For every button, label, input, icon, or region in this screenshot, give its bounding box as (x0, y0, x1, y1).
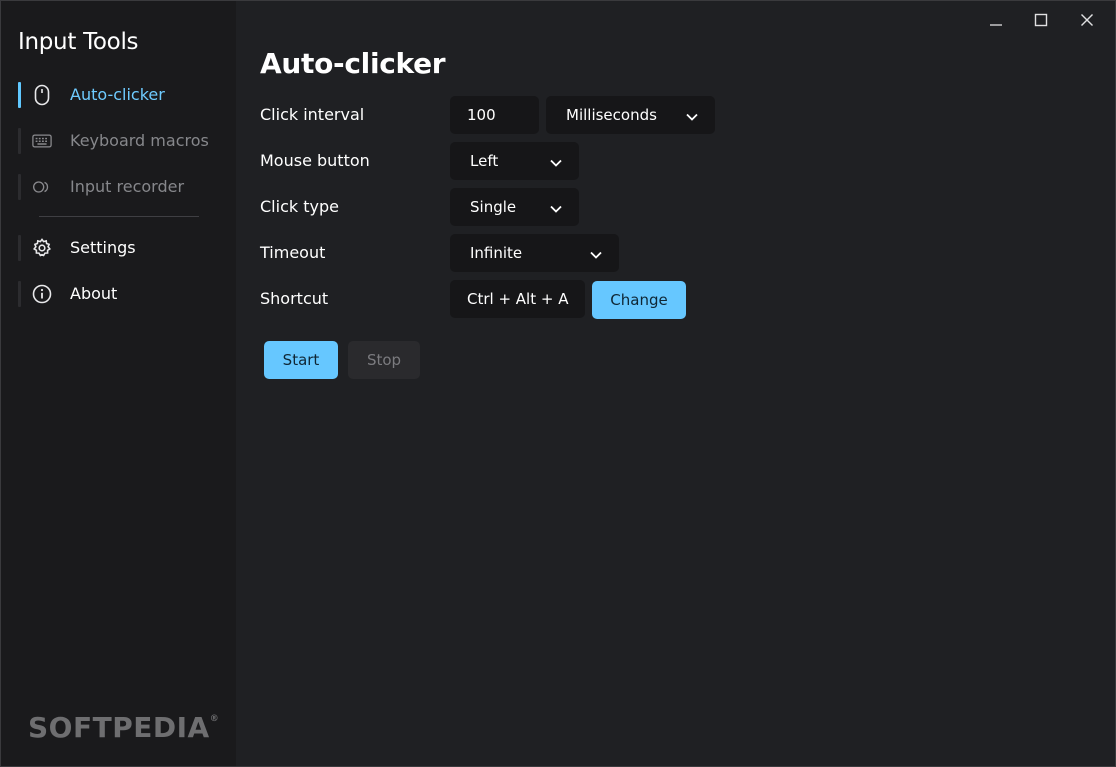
mouse-icon (32, 84, 52, 106)
record-icon (32, 177, 52, 197)
sidebar-item-label: Auto-clicker (70, 85, 165, 104)
stop-button: Stop (348, 341, 420, 379)
nav-indicator (18, 281, 21, 307)
nav-indicator (18, 174, 21, 200)
chevron-down-icon (549, 201, 563, 213)
sidebar-item-about[interactable]: About (18, 279, 228, 309)
close-button[interactable] (1072, 9, 1102, 33)
sidebar-item-auto-clicker[interactable]: Auto-clicker (18, 80, 228, 110)
start-button[interactable]: Start (264, 341, 338, 379)
mouse-button-label: Mouse button (260, 151, 370, 170)
nav-indicator (18, 235, 21, 261)
maximize-button[interactable] (1026, 9, 1056, 33)
minimize-button[interactable] (981, 9, 1011, 33)
sidebar-item-label: Input recorder (70, 177, 185, 196)
info-icon (32, 284, 52, 304)
click-type-label: Click type (260, 197, 339, 216)
close-icon (1080, 12, 1094, 31)
change-shortcut-button[interactable]: Change (592, 281, 686, 319)
minimize-icon (989, 12, 1003, 31)
timeout-dropdown[interactable]: Infinite (450, 234, 619, 272)
page-title: Auto-clicker (260, 47, 446, 80)
sidebar-item-input-recorder[interactable]: Input recorder (18, 172, 228, 202)
softpedia-watermark: SOFTPEDIA® (28, 711, 220, 744)
sidebar-item-settings[interactable]: Settings (18, 233, 228, 263)
app-title: Input Tools (18, 29, 139, 55)
chevron-down-icon (685, 109, 699, 121)
sidebar: Input Tools Auto-clicker Keyboard macros… (1, 1, 236, 766)
active-indicator (18, 82, 21, 108)
maximize-icon (1034, 12, 1048, 31)
interval-unit-dropdown[interactable]: Milliseconds (546, 96, 715, 134)
sidebar-item-label: About (70, 284, 118, 303)
app-window: Input Tools Auto-clicker Keyboard macros… (0, 0, 1116, 767)
click-interval-label: Click interval (260, 105, 365, 124)
sidebar-divider (39, 216, 199, 217)
sidebar-item-keyboard-macros[interactable]: Keyboard macros (18, 126, 228, 156)
chevron-down-icon (589, 247, 603, 259)
click-interval-input[interactable]: 100 (450, 96, 539, 134)
chevron-down-icon (549, 155, 563, 167)
nav-indicator (18, 128, 21, 154)
click-type-dropdown[interactable]: Single (450, 188, 579, 226)
timeout-label: Timeout (260, 243, 326, 262)
sidebar-item-label: Settings (70, 238, 136, 257)
keyboard-icon (32, 131, 52, 151)
gear-icon (32, 238, 52, 258)
sidebar-item-label: Keyboard macros (70, 131, 209, 150)
shortcut-display: Ctrl + Alt + A (450, 280, 585, 318)
shortcut-label: Shortcut (260, 289, 329, 308)
mouse-button-dropdown[interactable]: Left (450, 142, 579, 180)
